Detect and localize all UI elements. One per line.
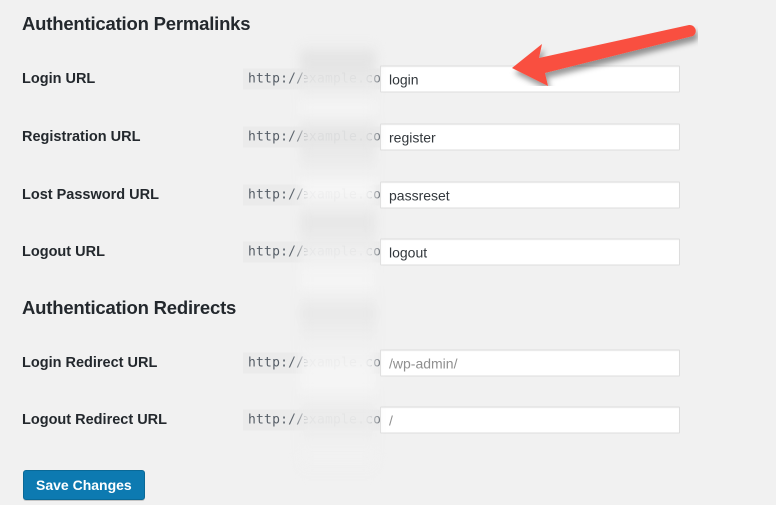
url-scheme-text: http://	[248, 187, 305, 203]
field-row-login-redirect-url: Login Redirect URL http://example.com	[0, 349, 776, 377]
url-scheme-text: http://	[248, 355, 305, 371]
field-row-logout-redirect-url: Logout Redirect URL http://example.com	[0, 406, 776, 434]
url-domain-text: example.com	[304, 355, 390, 371]
url-scheme-text: http://	[248, 244, 305, 260]
field-row-login-url: Login URL http://example.com	[0, 65, 776, 93]
url-domain-text: example.com	[304, 129, 390, 145]
url-scheme-text: http://	[248, 71, 305, 87]
url-scheme-text: http://	[248, 129, 305, 145]
login-redirect-url-input[interactable]	[380, 349, 680, 377]
lost-password-url-input[interactable]	[380, 181, 680, 209]
url-prefix-login-url: http://example.com	[243, 68, 395, 90]
url-domain-text: example.com	[304, 412, 390, 428]
field-label-logout-url: Logout URL	[22, 244, 105, 260]
url-prefix-lost-password-url: http://example.com	[243, 184, 395, 206]
logout-url-input[interactable]	[380, 238, 680, 266]
registration-url-input[interactable]	[380, 123, 680, 151]
logout-redirect-url-input[interactable]	[380, 406, 680, 434]
url-prefix-login-redirect-url: http://example.com	[243, 352, 395, 374]
field-label-registration-url: Registration URL	[22, 129, 141, 145]
section-heading-authentication-permalinks: Authentication Permalinks	[22, 13, 251, 34]
field-row-logout-url: Logout URL http://example.com	[0, 238, 776, 266]
field-label-login-url: Login URL	[22, 71, 96, 87]
url-domain-text: example.com	[304, 187, 390, 203]
url-scheme-text: http://	[248, 412, 305, 428]
url-prefix-registration-url: http://example.com	[243, 126, 395, 148]
login-url-input[interactable]	[380, 65, 680, 93]
field-row-lost-password-url: Lost Password URL http://example.com	[0, 181, 776, 209]
field-row-registration-url: Registration URL http://example.com	[0, 123, 776, 151]
settings-page: Authentication Permalinks Login URL http…	[0, 0, 776, 505]
url-domain-text: example.com	[304, 244, 390, 260]
section-heading-authentication-redirects: Authentication Redirects	[22, 297, 237, 318]
field-label-login-redirect-url: Login Redirect URL	[22, 355, 158, 371]
url-prefix-logout-redirect-url: http://example.com	[243, 409, 395, 431]
url-domain-text: example.com	[304, 71, 390, 87]
field-label-lost-password-url: Lost Password URL	[22, 187, 159, 203]
field-label-logout-redirect-url: Logout Redirect URL	[22, 412, 167, 428]
url-prefix-logout-url: http://example.com	[243, 241, 395, 263]
save-changes-button[interactable]: Save Changes	[23, 470, 145, 500]
